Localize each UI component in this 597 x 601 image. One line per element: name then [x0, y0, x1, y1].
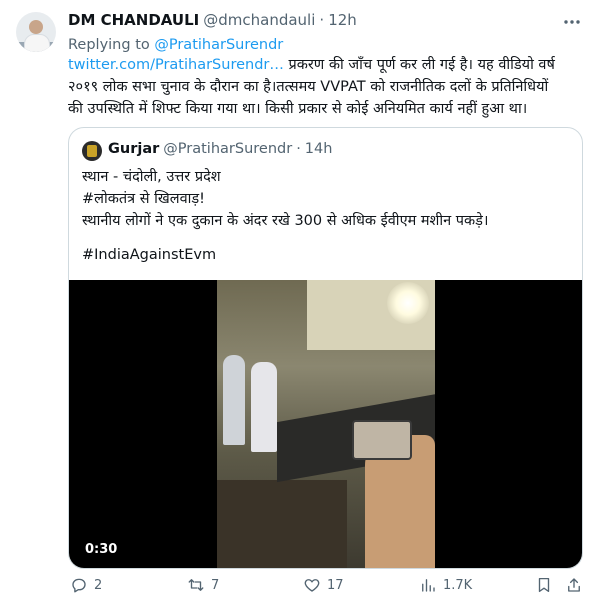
share-button[interactable] [565, 576, 583, 594]
quoted-line-1: स्थान - चंदोली, उत्तर प्रदेश [82, 169, 221, 185]
separator-dot: · [319, 11, 325, 29]
bookmark-button[interactable] [535, 576, 553, 594]
tweet-body-line-3: की उपस्थिति में शिफ्ट किया गया था। किसी … [68, 101, 528, 117]
tweet-text-1: प्रकरण की जाँच पूर्ण कर ली गई है। यह वीड… [288, 57, 555, 73]
video-frame [217, 280, 435, 568]
share-icon [568, 578, 580, 592]
action-bar: 2 7 17 1.7K [68, 576, 583, 598]
tweet-body-line-2: २०१९ लोक सभा चुनाव के दौरान का है।तत्समय… [68, 79, 549, 95]
views-icon [422, 579, 435, 592]
quoted-tweet[interactable]: Gurjar @PratiharSurendr · 14h स्थान - चं… [68, 127, 583, 569]
quoted-author-name: Gurjar [108, 141, 160, 157]
more-icon[interactable] [562, 12, 582, 32]
bookmark-icon [538, 577, 550, 593]
like-count: 17 [327, 577, 344, 593]
like-button[interactable]: 17 [303, 576, 344, 594]
tweet-link[interactable]: twitter.com/PratiharSurendr… [68, 57, 284, 73]
quoted-line-3: स्थानीय लोगों ने एक दुकान के अंदर रखे 30… [82, 213, 489, 229]
reply-count: 2 [94, 577, 103, 593]
views-count: 1.7K [443, 577, 473, 593]
video-duration: 0:30 [79, 540, 124, 559]
quoted-author-handle: @PratiharSurendr [163, 141, 293, 157]
tweet-header: DM CHANDAULI @dmchandauli · 12h [68, 11, 357, 29]
video-player[interactable]: 0:30 [69, 280, 582, 568]
views-button[interactable]: 1.7K [419, 576, 472, 594]
quoted-line-2: #लोकतंत्र से खिलवाड़! [82, 191, 205, 207]
author-handle[interactable]: @dmchandauli [203, 11, 315, 29]
retweet-button[interactable]: 7 [187, 576, 219, 594]
tweet-time[interactable]: 12h [328, 11, 357, 29]
replying-prefix: Replying to [68, 37, 150, 53]
author-name[interactable]: DM CHANDAULI [68, 11, 199, 29]
like-icon [304, 579, 320, 592]
retweet-count: 7 [211, 577, 220, 593]
quoted-header: Gurjar @PratiharSurendr · 14h [108, 141, 332, 157]
quoted-author-avatar [82, 141, 102, 161]
quoted-hashtag[interactable]: #IndiaAgainstEvm [82, 247, 216, 263]
retweet-icon [188, 579, 204, 591]
tweet-body-line-1: twitter.com/PratiharSurendr… प्रकरण की ज… [68, 54, 583, 76]
reply-button[interactable]: 2 [70, 576, 102, 594]
replying-to: Replying to @PratiharSurendr [68, 37, 283, 53]
author-avatar[interactable] [16, 12, 56, 52]
quoted-separator: · [296, 141, 301, 157]
quoted-time: 14h [304, 141, 333, 157]
reply-icon [72, 578, 86, 593]
replying-to-handle[interactable]: @PratiharSurendr [154, 37, 283, 53]
